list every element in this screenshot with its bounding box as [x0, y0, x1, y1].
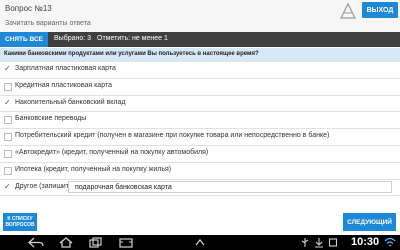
header-bar: Вопрос №13 Зачитать варианты ответа ВЫХО… [0, 0, 400, 32]
option-label: Другое (запишите) [15, 182, 76, 190]
read-options-instruction: Зачитать варианты ответа [5, 20, 91, 27]
other-answer-input[interactable]: подарочная банковская карта [68, 180, 392, 193]
question-band: Какими банковскими продуктами или услуга… [0, 48, 400, 63]
option-label: Накопительный банковский вклад [15, 98, 126, 106]
option-row[interactable]: ✓ Накопительный банковский вклад [0, 95, 400, 113]
checkmark-icon[interactable]: ✓ [4, 65, 12, 73]
selected-count: Выбрано: 3 [54, 35, 92, 42]
usb-icon [301, 238, 309, 247]
clear-all-button[interactable]: СНЯТЬ ВСЕ [0, 32, 48, 47]
empty-checkbox-icon[interactable] [4, 166, 12, 175]
empty-checkbox-icon[interactable] [4, 149, 12, 158]
screenshot-icon[interactable] [118, 237, 134, 248]
option-row[interactable]: ✓ Зарплатная пластиковая карта [0, 62, 400, 79]
checkmark-icon[interactable]: ✓ [4, 182, 12, 191]
empty-checkbox-icon[interactable] [4, 116, 12, 125]
exit-button[interactable]: ВЫХОД [362, 2, 398, 18]
back-to-question-list-button[interactable]: К СПИСКУ ВОПРОСОВ [3, 213, 37, 231]
option-label: Кредитная пластиковая карта [15, 81, 112, 89]
option-row[interactable]: «Автокредит» (кредит, полученный на поку… [0, 145, 400, 163]
home-icon[interactable] [58, 237, 74, 248]
selection-toolbar: СНЯТЬ ВСЕ Выбрано: 3 Отметить: не менее … [0, 32, 400, 47]
answer-options-list: ✓ Зарплатная пластиковая карта Кредитная… [0, 62, 400, 197]
empty-checkbox-icon[interactable] [4, 82, 12, 91]
option-label: «Автокредит» (кредит, полученный на поку… [15, 148, 209, 156]
option-label: Банковские переводы [15, 115, 87, 123]
system-navigation-bar: 10:30 [0, 235, 400, 250]
option-row[interactable]: Потребительский кредит (получен в магази… [0, 129, 400, 146]
recent-apps-icon[interactable] [88, 237, 104, 248]
next-button[interactable]: СЛЕДУЮЩИЙ [343, 213, 396, 231]
app-logo-icon [340, 3, 356, 19]
option-label: Ипотека (кредит, полученный на покупку ж… [15, 165, 172, 173]
option-row-other[interactable]: ✓ Другое (запишите) подарочная банковска… [0, 179, 400, 197]
option-row[interactable]: Кредитная пластиковая карта [0, 78, 400, 96]
download-icon [315, 238, 323, 248]
minimum-selection-hint: Отметить: не менее 1 [97, 35, 168, 42]
option-row[interactable]: Банковские переводы [0, 112, 400, 130]
notification-icon [328, 238, 338, 247]
option-label: Потребительский кредит (получен в магази… [15, 132, 330, 140]
option-label: Зарплатная пластиковая карта [15, 65, 116, 72]
empty-checkbox-icon[interactable] [4, 133, 12, 142]
chevron-up-icon[interactable] [192, 237, 208, 248]
option-row[interactable]: Ипотека (кредит, полученный на покупку ж… [0, 162, 400, 180]
clock: 10:30 [351, 236, 380, 248]
checkmark-icon[interactable]: ✓ [4, 98, 12, 107]
wifi-icon [384, 237, 396, 247]
back-arrow-icon[interactable] [28, 237, 44, 248]
question-number-title: Вопрос №13 [5, 4, 52, 13]
question-text: Какими банковскими продуктами или услуга… [4, 51, 259, 57]
